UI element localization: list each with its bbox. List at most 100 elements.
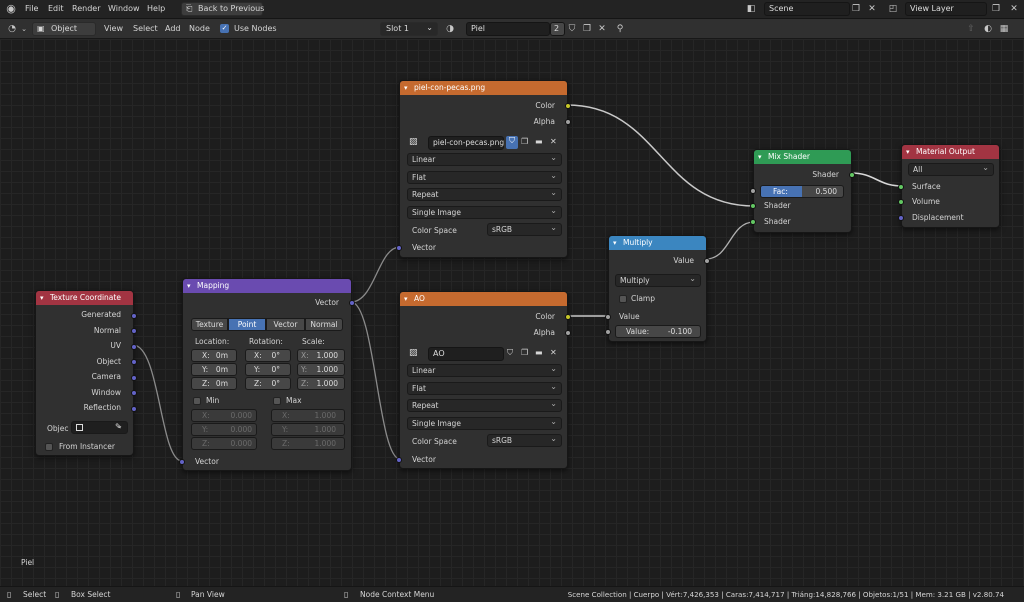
close-view-layer-icon[interactable]: ✕	[1008, 3, 1020, 15]
scene-field[interactable]: Scene	[764, 2, 850, 16]
max-checkbox[interactable]	[273, 397, 281, 405]
socket-vector-out[interactable]	[349, 300, 355, 306]
material-sphere-icon[interactable]: ◑	[444, 23, 456, 35]
fake-user-shield-icon[interactable]: ⛉	[506, 136, 518, 149]
menu-help[interactable]: Help	[147, 4, 165, 13]
projection-dropdown[interactable]: Flat	[407, 381, 562, 395]
socket-value-in-2[interactable]	[605, 329, 611, 335]
node-header[interactable]: AO	[400, 292, 567, 306]
projection-dropdown[interactable]: Flat	[407, 170, 562, 184]
scale-y-field[interactable]: Y: 1.000	[297, 363, 345, 376]
extension-dropdown[interactable]: Repeat	[407, 187, 562, 201]
material-users-count[interactable]: 2	[550, 22, 565, 36]
location-z-field[interactable]: Z: 0m	[191, 377, 237, 390]
tab-texture[interactable]: Texture	[191, 318, 228, 331]
target-dropdown[interactable]: All	[908, 162, 994, 176]
material-output-node[interactable]: Material Output All Surface Volume Displ…	[898, 144, 1000, 228]
scale-z-field[interactable]: Z: 1.000	[297, 377, 345, 390]
parent-node-tree-icon[interactable]: ⇧	[965, 23, 977, 35]
node-header[interactable]: Mapping	[183, 279, 351, 293]
node-header[interactable]: Texture Coordinate	[36, 291, 133, 305]
view-layer-field[interactable]: View Layer	[905, 2, 987, 16]
node-header[interactable]: Material Output	[902, 145, 999, 159]
source-dropdown[interactable]: Single Image	[407, 205, 562, 219]
socket-vector-in[interactable]	[396, 457, 402, 463]
snap-target-icon[interactable]: ▦	[998, 23, 1010, 35]
from-instancer-checkbox[interactable]	[45, 443, 53, 451]
max-x-field[interactable]: X: 1.000	[271, 409, 345, 422]
image-texture-node-ao[interactable]: AO Color Alpha ▨ AO ⛉ ❐ ▬ ✕ Linear Flat …	[396, 291, 571, 469]
socket-shader-in-2[interactable]	[750, 219, 756, 225]
value-field[interactable]: Value: -0.100	[615, 325, 701, 338]
source-dropdown[interactable]: Single Image	[407, 416, 562, 430]
rotation-z-field[interactable]: Z: 0°	[245, 377, 291, 390]
interpolation-dropdown[interactable]: Linear	[407, 363, 562, 377]
interpolation-dropdown[interactable]: Linear	[407, 152, 562, 166]
unlink-image-icon[interactable]: ✕	[550, 348, 557, 357]
chevron-down-icon[interactable]: ⌄	[18, 23, 30, 35]
socket-shader-in-1[interactable]	[750, 203, 756, 209]
operation-dropdown[interactable]: Multiply	[615, 273, 701, 287]
socket-fac-in[interactable]	[750, 188, 756, 194]
fake-user-shield-icon[interactable]: ⛉	[566, 23, 578, 35]
snap-icon[interactable]: ◐	[982, 23, 994, 35]
image-browse-icon[interactable]: ▨	[409, 137, 418, 147]
image-browse-icon[interactable]: ▨	[409, 348, 418, 358]
menu-file[interactable]: File	[25, 4, 38, 13]
max-z-field[interactable]: Z: 1.000	[271, 437, 345, 450]
tab-point[interactable]: Point	[228, 318, 266, 331]
copy-scene-icon[interactable]: ❐	[850, 3, 862, 15]
back-to-previous-button[interactable]: ⎗ Back to Previous	[181, 2, 264, 16]
scene-icon[interactable]: ◧	[745, 3, 757, 15]
socket-value-out[interactable]	[704, 258, 710, 264]
image-texture-node-piel[interactable]: piel-con-pecas.png Color Alpha ▨ piel-co…	[396, 80, 571, 258]
max-y-field[interactable]: Y: 1.000	[271, 423, 345, 436]
menu-window[interactable]: Window	[108, 4, 140, 13]
node-header[interactable]: Mix Shader	[754, 150, 851, 164]
socket-uv[interactable]	[131, 344, 137, 350]
location-x-field[interactable]: X: 0m	[191, 349, 237, 362]
min-x-field[interactable]: X: 0.000	[191, 409, 257, 422]
image-name-field[interactable]: piel-con-pecas.png	[428, 136, 504, 150]
node-header[interactable]: piel-con-pecas.png	[400, 81, 567, 95]
eyedropper-icon[interactable]: ✎	[115, 422, 122, 431]
view-layer-icon[interactable]: ◰	[887, 3, 899, 15]
socket-normal[interactable]	[131, 328, 137, 334]
menu-edit[interactable]: Edit	[48, 4, 64, 13]
fake-user-shield-icon[interactable]: ⛉	[507, 348, 513, 358]
scale-x-field[interactable]: X: 1.000	[297, 349, 345, 362]
texture-coordinate-node[interactable]: Texture Coordinate Generated Normal UV O…	[35, 290, 137, 456]
min-y-field[interactable]: Y: 0.000	[191, 423, 257, 436]
min-z-field[interactable]: Z: 0.000	[191, 437, 257, 450]
socket-vector-in[interactable]	[179, 459, 185, 465]
socket-alpha-out[interactable]	[565, 330, 571, 336]
socket-vector-in[interactable]	[396, 245, 402, 251]
multiply-math-node[interactable]: Multiply Value Multiply Clamp Value Valu…	[605, 235, 710, 342]
min-checkbox[interactable]	[193, 397, 201, 405]
editor-type-icon[interactable]: ◔	[6, 23, 18, 35]
socket-volume-in[interactable]	[898, 199, 904, 205]
duplicate-image-icon[interactable]: ❐	[521, 137, 528, 146]
socket-reflection[interactable]	[131, 406, 137, 412]
menu-node[interactable]: Node	[189, 24, 210, 33]
node-header[interactable]: Multiply	[609, 236, 706, 250]
menu-render[interactable]: Render	[72, 4, 100, 13]
use-nodes-checkbox[interactable]: ✓	[220, 24, 229, 33]
color-space-dropdown[interactable]: sRGB	[487, 222, 562, 236]
tab-normal[interactable]: Normal	[305, 318, 343, 331]
open-folder-icon[interactable]: ▬	[535, 348, 543, 357]
socket-window[interactable]	[131, 390, 137, 396]
socket-shader-out[interactable]	[849, 172, 855, 178]
mode-dropdown[interactable]: ▣ Object	[32, 22, 96, 36]
socket-alpha-out[interactable]	[565, 119, 571, 125]
close-scene-icon[interactable]: ✕	[866, 3, 878, 15]
socket-generated[interactable]	[131, 313, 137, 319]
socket-camera[interactable]	[131, 375, 137, 381]
menu-view[interactable]: View	[104, 24, 123, 33]
socket-color-out[interactable]	[565, 314, 571, 320]
socket-object[interactable]	[131, 359, 137, 365]
socket-value-in-1[interactable]	[605, 314, 611, 320]
duplicate-image-icon[interactable]: ❐	[521, 348, 528, 357]
menu-select[interactable]: Select	[133, 24, 158, 33]
menu-add[interactable]: Add	[165, 24, 181, 33]
